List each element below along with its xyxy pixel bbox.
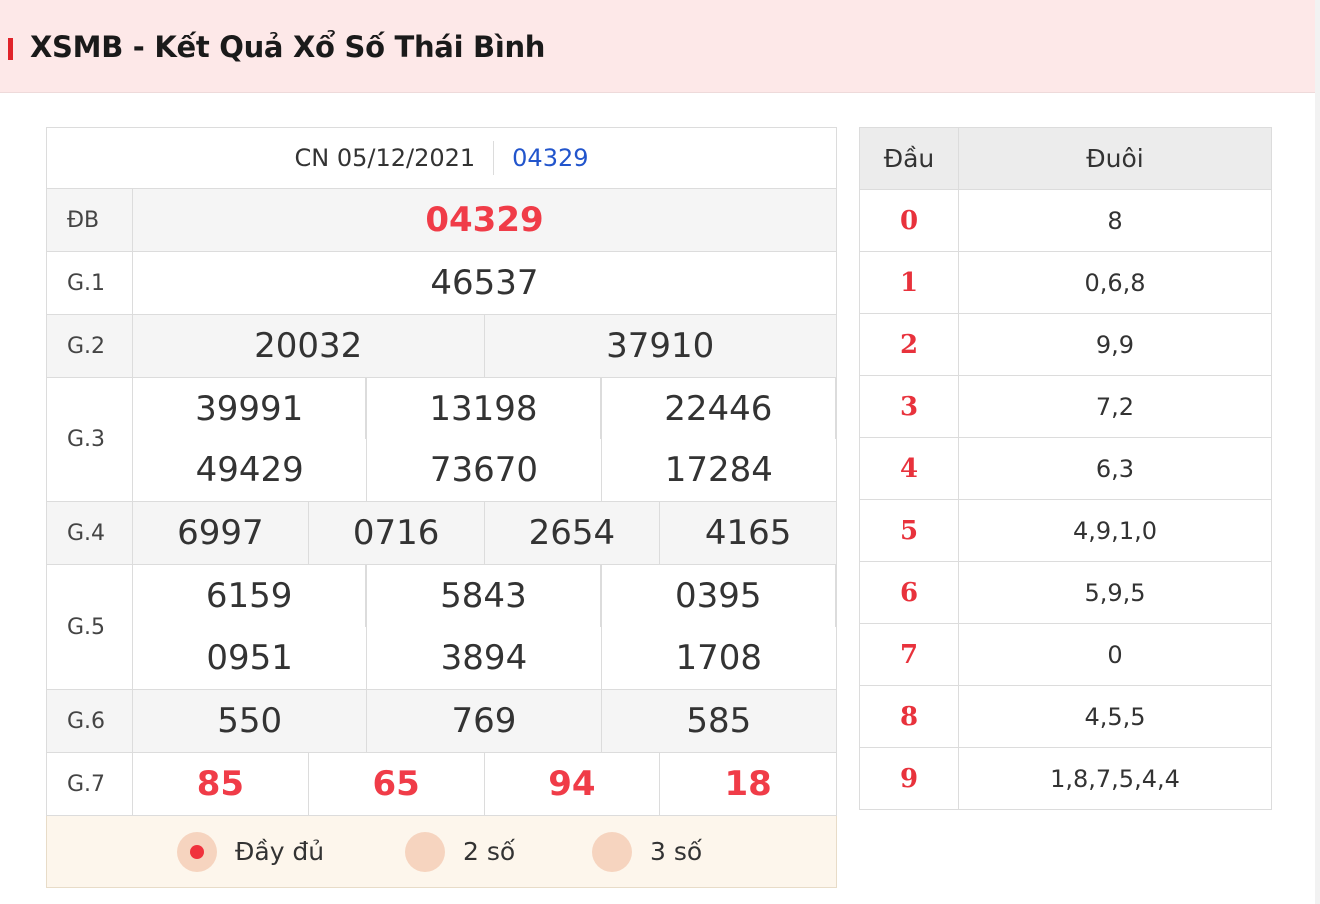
prize-row-g6: G.6 550 769 585 — [46, 690, 837, 753]
tail-digits: 8 — [958, 189, 1272, 252]
head-tail-table: Đầu Đuôi 08 1 0,6,8 2 9,9 3 7,2 4 6,3 5 4,9,1… — [859, 127, 1272, 810]
prize-number: 49429 — [195, 449, 304, 490]
tail-digits: 0,6,8 — [958, 251, 1272, 314]
prize-row-g1: G.1 46537 — [46, 252, 837, 315]
prize-number: 13198 — [367, 378, 601, 439]
page-title: XSMB - Kết Quả Xổ Số Thái Bình — [30, 30, 546, 64]
header-accent-bar — [8, 38, 13, 60]
prize-label: G.7 — [47, 753, 133, 815]
prize-row-g2: G.2 20032 37910 — [46, 315, 837, 378]
prize-label: G.3 — [47, 378, 133, 501]
head-digit: 7 — [859, 623, 959, 686]
tail-digits: 7,2 — [958, 375, 1272, 438]
head-tail-row: 4 6,3 — [859, 437, 1272, 500]
prize-label: G.1 — [47, 252, 133, 314]
head-digit: 9 — [859, 747, 959, 810]
prize-number: 5843 — [367, 565, 601, 627]
prize-number: 6159 — [133, 565, 367, 627]
head-digit: 6 — [859, 561, 959, 624]
tail-column-header: Đuôi — [958, 127, 1272, 190]
head-digit: 5 — [859, 499, 959, 562]
results-table: CN 05/12/2021 04329 ĐB 04329 G.1 46537 G… — [46, 127, 837, 888]
prize-number: 94 — [485, 753, 661, 815]
prize-label: G.2 — [47, 315, 133, 377]
option-label: 2 số — [463, 837, 516, 866]
head-digit: 4 — [859, 437, 959, 500]
option-label: Đầy đủ — [235, 837, 325, 866]
prize-row-db: ĐB 04329 — [46, 189, 837, 252]
tail-digits: 5,9,5 — [958, 561, 1272, 624]
head-column-header: Đầu — [859, 127, 959, 190]
prize-number: 0395 — [602, 565, 836, 627]
option-2-digits[interactable]: 2 số — [405, 816, 515, 887]
tail-digits: 1,8,7,5,4,4 — [958, 747, 1272, 810]
head-tail-row: 9 1,8,7,5,4,4 — [859, 747, 1272, 810]
radio-icon[interactable] — [405, 831, 445, 872]
prize-number: 0951 — [206, 638, 293, 678]
head-tail-row: 5 4,9,1,0 — [859, 499, 1272, 562]
prize-label: G.6 — [47, 690, 133, 752]
prize-label: G.4 — [47, 502, 133, 564]
prize-number: 550 — [133, 690, 368, 752]
prize-number: 6997 — [133, 502, 309, 564]
prize-number: 18 — [724, 764, 772, 804]
prize-number: 73670 — [429, 449, 539, 490]
prize-number: 46537 — [430, 263, 539, 303]
prize-number: 85 — [133, 753, 309, 815]
option-full[interactable]: Đầy đủ — [177, 816, 324, 887]
head-tail-row: 2 9,9 — [859, 313, 1272, 376]
prize-row-g3: G.3 39991 49429 13198 73670 22446 17284 — [46, 378, 837, 502]
prize-row-g5: G.5 6159 0951 5843 3894 0395 1708 — [46, 565, 837, 690]
prize-number: 39991 — [133, 378, 367, 439]
head-tail-row: 70 — [859, 623, 1272, 686]
display-options: Đầy đủ 2 số 3 số — [46, 816, 837, 888]
draw-code-link[interactable]: 04329 — [494, 144, 588, 172]
prize-number: 22446 — [602, 378, 836, 439]
prize-label: ĐB — [47, 189, 133, 251]
prize-number: 20032 — [133, 315, 485, 377]
results-panel: XSMB - Kết Quả Xổ Số Thái Bình CN 05/12/… — [0, 0, 1315, 904]
prize-number: 2654 — [485, 502, 661, 564]
prize-number: 769 — [367, 690, 602, 752]
option-3-digits[interactable]: 3 số — [592, 816, 702, 887]
prize-number: 3894 — [440, 638, 528, 678]
prize-number: 1708 — [675, 638, 763, 678]
prize-number: 65 — [309, 753, 485, 815]
head-digit: 2 — [859, 313, 959, 376]
page-header: XSMB - Kết Quả Xổ Số Thái Bình — [0, 0, 1315, 93]
prize-number: 17284 — [664, 449, 773, 490]
tail-digits: 0 — [958, 623, 1272, 686]
radio-icon[interactable] — [592, 831, 632, 872]
prize-number: 4165 — [704, 513, 792, 553]
prize-row-g4: G.4 6997 0716 2654 4165 — [46, 502, 837, 565]
head-digit: 1 — [859, 251, 959, 314]
prize-number: 04329 — [425, 200, 544, 240]
head-tail-row: 08 — [859, 189, 1272, 252]
draw-date: CN 05/12/2021 — [294, 141, 495, 175]
radio-selected-icon[interactable] — [177, 831, 217, 872]
head-tail-row: 8 4,5,5 — [859, 685, 1272, 748]
tail-digits: 6,3 — [958, 437, 1272, 500]
prize-number: 585 — [686, 701, 752, 741]
prize-row-g7: G.7 85 65 94 18 — [46, 753, 837, 816]
head-digit: 8 — [859, 685, 959, 748]
prize-number: 0716 — [309, 502, 485, 564]
prize-label: G.5 — [47, 565, 133, 689]
tail-digits: 9,9 — [958, 313, 1272, 376]
prize-number: 37910 — [606, 326, 715, 366]
head-tail-row: 6 5,9,5 — [859, 561, 1272, 624]
head-tail-row: 3 7,2 — [859, 375, 1272, 438]
head-digit: 3 — [859, 375, 959, 438]
head-tail-row: 1 0,6,8 — [859, 251, 1272, 314]
tail-digits: 4,5,5 — [958, 685, 1272, 748]
head-digit: 0 — [859, 189, 959, 252]
option-label: 3 số — [650, 837, 703, 866]
tail-digits: 4,9,1,0 — [958, 499, 1272, 562]
draw-info-row: CN 05/12/2021 04329 — [46, 127, 837, 189]
